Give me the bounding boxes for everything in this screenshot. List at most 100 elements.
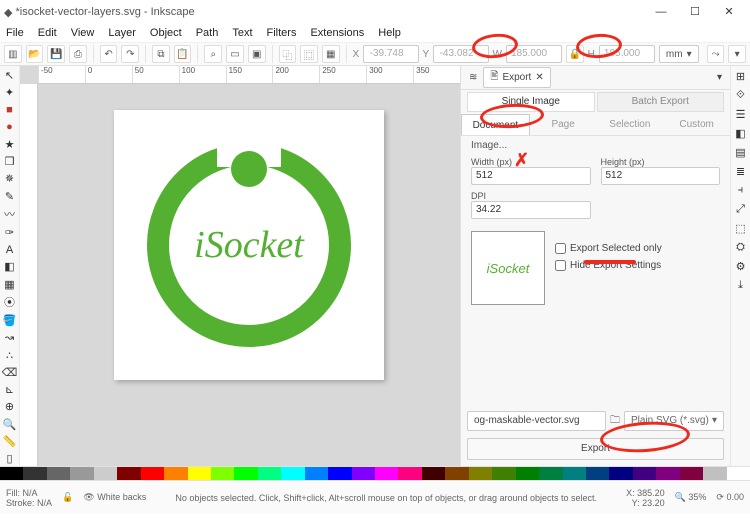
menu-help[interactable]: Help — [378, 27, 401, 39]
snap-icon[interactable]: ⤳ — [707, 45, 725, 63]
gradient-tool-icon[interactable]: ◧ — [2, 260, 18, 274]
x-input[interactable]: -39.748 — [363, 45, 418, 63]
swatch[interactable] — [258, 467, 281, 480]
swatch[interactable] — [375, 467, 398, 480]
prefs-icon[interactable]: ▾ — [728, 45, 746, 63]
star-tool-icon[interactable]: ★ — [2, 137, 18, 151]
swatch[interactable] — [586, 467, 609, 480]
swatch[interactable] — [633, 467, 656, 480]
close-tab-icon[interactable]: ✕ — [535, 72, 543, 83]
export-button[interactable]: Export — [467, 438, 724, 460]
layers-icon[interactable]: ≋ — [469, 72, 477, 83]
swatch[interactable] — [188, 467, 211, 480]
lpe-tool-icon[interactable]: ⊕ — [2, 400, 18, 414]
menu-layer[interactable]: Layer — [108, 27, 136, 39]
print-icon[interactable]: ⎙ — [69, 45, 87, 63]
swatch[interactable] — [211, 467, 234, 480]
close-button[interactable]: ✕ — [712, 0, 746, 24]
browse-icon[interactable]: 🗀 — [610, 413, 620, 430]
redo-icon[interactable]: ↷ — [121, 45, 139, 63]
dpi-input[interactable]: 34.22 — [471, 201, 591, 219]
menu-text[interactable]: Text — [232, 27, 252, 39]
menu-view[interactable]: View — [71, 27, 95, 39]
swatch[interactable] — [680, 467, 703, 480]
subtab-single[interactable]: Single Image — [467, 92, 595, 112]
swatch[interactable] — [0, 467, 23, 480]
selector-tool-icon[interactable]: ↖ — [2, 68, 18, 82]
ellipse-tool-icon[interactable]: ● — [2, 120, 18, 134]
swatch[interactable] — [727, 467, 750, 480]
color-palette[interactable] — [0, 466, 750, 480]
export-selected-checkbox[interactable]: Export Selected only — [555, 243, 662, 254]
swatch[interactable] — [563, 467, 586, 480]
w-input[interactable]: 185.000 — [506, 45, 562, 63]
spray-tool-icon[interactable]: ∴ — [2, 348, 18, 362]
align-icon[interactable]: ⫞ — [733, 182, 749, 198]
layer-indicator[interactable]: 👁 White backs — [83, 492, 146, 503]
zoom-field[interactable]: 🔍 35% — [675, 492, 707, 503]
swatch[interactable] — [703, 467, 726, 480]
text-tool-icon[interactable]: A — [2, 243, 18, 257]
transform-icon[interactable]: ⤢ — [733, 201, 749, 217]
rect-tool-icon[interactable]: ■ — [2, 103, 18, 117]
measure-tool-icon[interactable]: 📏 — [2, 434, 18, 448]
swatch[interactable] — [492, 467, 515, 480]
new-doc-icon[interactable]: ▥ — [4, 45, 22, 63]
calligraphy-tool-icon[interactable]: ✑ — [2, 225, 18, 239]
tab-selection[interactable]: Selection — [597, 114, 664, 135]
swatch[interactable] — [422, 467, 445, 480]
clone-icon[interactable]: ⿴ — [300, 45, 318, 63]
swatch[interactable] — [609, 467, 632, 480]
zoom-tool-icon[interactable]: 🔍 — [2, 417, 18, 431]
trace-icon[interactable]: ⬚ — [733, 220, 749, 236]
export-side-icon[interactable]: ⤓ — [733, 277, 749, 293]
hide-export-settings-checkbox[interactable]: Hide Export Settings — [555, 260, 662, 271]
menu-extensions[interactable]: Extensions — [310, 27, 364, 39]
y-input[interactable]: -43.082 — [433, 45, 488, 63]
swatch[interactable] — [305, 467, 328, 480]
opacity-field[interactable]: 🔓 — [62, 492, 73, 503]
swatch[interactable] — [539, 467, 562, 480]
unit-select[interactable]: mm▾ — [659, 45, 699, 63]
open-icon[interactable]: 📂 — [26, 45, 44, 63]
connector-tool-icon[interactable]: ⊾ — [2, 383, 18, 397]
swatch[interactable] — [234, 467, 257, 480]
selectors-icon[interactable]: ☰ — [733, 106, 749, 122]
pencil-tool-icon[interactable]: ✎ — [2, 189, 18, 203]
node-tool-icon[interactable]: ✦ — [2, 85, 18, 99]
layers-panel-icon[interactable]: ≣ — [733, 163, 749, 179]
menu-edit[interactable]: Edit — [38, 27, 57, 39]
group-icon[interactable]: ▦ — [322, 45, 340, 63]
save-icon[interactable]: 💾 — [47, 45, 65, 63]
subtab-batch[interactable]: Batch Export — [597, 92, 725, 112]
bezier-tool-icon[interactable]: 〰 — [2, 206, 18, 222]
swatch[interactable] — [516, 467, 539, 480]
swatch[interactable] — [352, 467, 375, 480]
undo-icon[interactable]: ↶ — [100, 45, 118, 63]
h-input[interactable]: 185.000 — [599, 45, 655, 63]
mesh-tool-icon[interactable]: ▦ — [2, 277, 18, 291]
tab-page[interactable]: Page — [530, 114, 597, 135]
xml-editor-icon[interactable]: ⟐ — [733, 87, 749, 103]
spiral-tool-icon[interactable]: ✵ — [2, 172, 18, 186]
menu-path[interactable]: Path — [196, 27, 219, 39]
minimize-button[interactable]: — — [644, 0, 678, 24]
dropper-tool-icon[interactable]: ⦿ — [2, 294, 18, 310]
zoom-draw-icon[interactable]: ▭ — [226, 45, 244, 63]
duplicate-icon[interactable]: ⿻ — [279, 45, 297, 63]
swatch[interactable] — [117, 467, 140, 480]
fill-stroke-icon[interactable]: ◧ — [733, 125, 749, 141]
canvas-area[interactable]: -50050100150200250300350 iSocket — [20, 66, 460, 466]
swatch[interactable] — [328, 467, 351, 480]
panel-menu-icon[interactable]: ▾ — [717, 72, 722, 83]
preferences-icon[interactable]: ⚙ — [733, 258, 749, 274]
swatch[interactable] — [469, 467, 492, 480]
swatch[interactable] — [47, 467, 70, 480]
swatch[interactable] — [141, 467, 164, 480]
swatch[interactable] — [70, 467, 93, 480]
doc-props-icon[interactable]: ⛭ — [733, 239, 749, 255]
zoom-page-icon[interactable]: ▣ — [248, 45, 266, 63]
3dbox-tool-icon[interactable]: ❒ — [2, 154, 18, 168]
swatch[interactable] — [94, 467, 117, 480]
swatch[interactable] — [398, 467, 421, 480]
